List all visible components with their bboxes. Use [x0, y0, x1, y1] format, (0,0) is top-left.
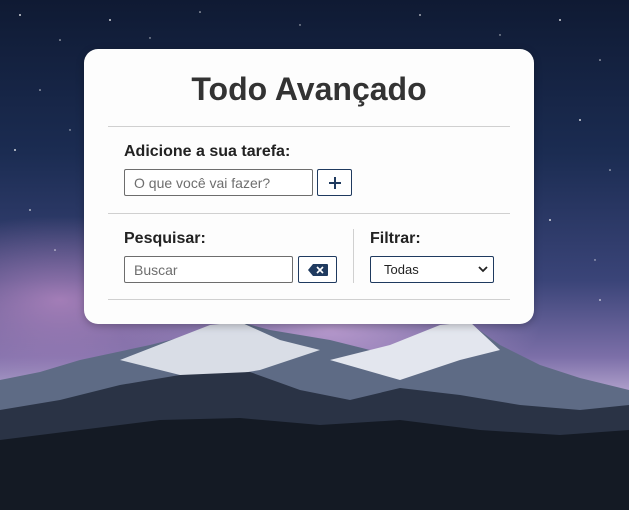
divider	[108, 126, 510, 127]
chevron-down-icon	[478, 266, 488, 273]
new-task-input[interactable]	[124, 169, 313, 196]
todo-card: Todo Avançado Adicione a sua tarefa: Pes…	[84, 49, 534, 324]
divider	[108, 213, 510, 214]
add-task-button[interactable]	[317, 169, 352, 196]
backspace-icon	[307, 263, 328, 276]
clear-search-button[interactable]	[298, 256, 337, 283]
search-label: Pesquisar:	[124, 230, 206, 247]
plus-icon	[328, 176, 341, 189]
search-input[interactable]	[124, 256, 293, 283]
filter-selected-value: Todas	[384, 262, 419, 277]
add-task-label: Adicione a sua tarefa:	[124, 143, 291, 160]
filter-select[interactable]: Todas	[370, 256, 494, 283]
vertical-divider	[353, 229, 354, 283]
page-title: Todo Avançado	[191, 71, 427, 107]
divider	[108, 299, 510, 300]
filter-label: Filtrar:	[370, 230, 421, 247]
